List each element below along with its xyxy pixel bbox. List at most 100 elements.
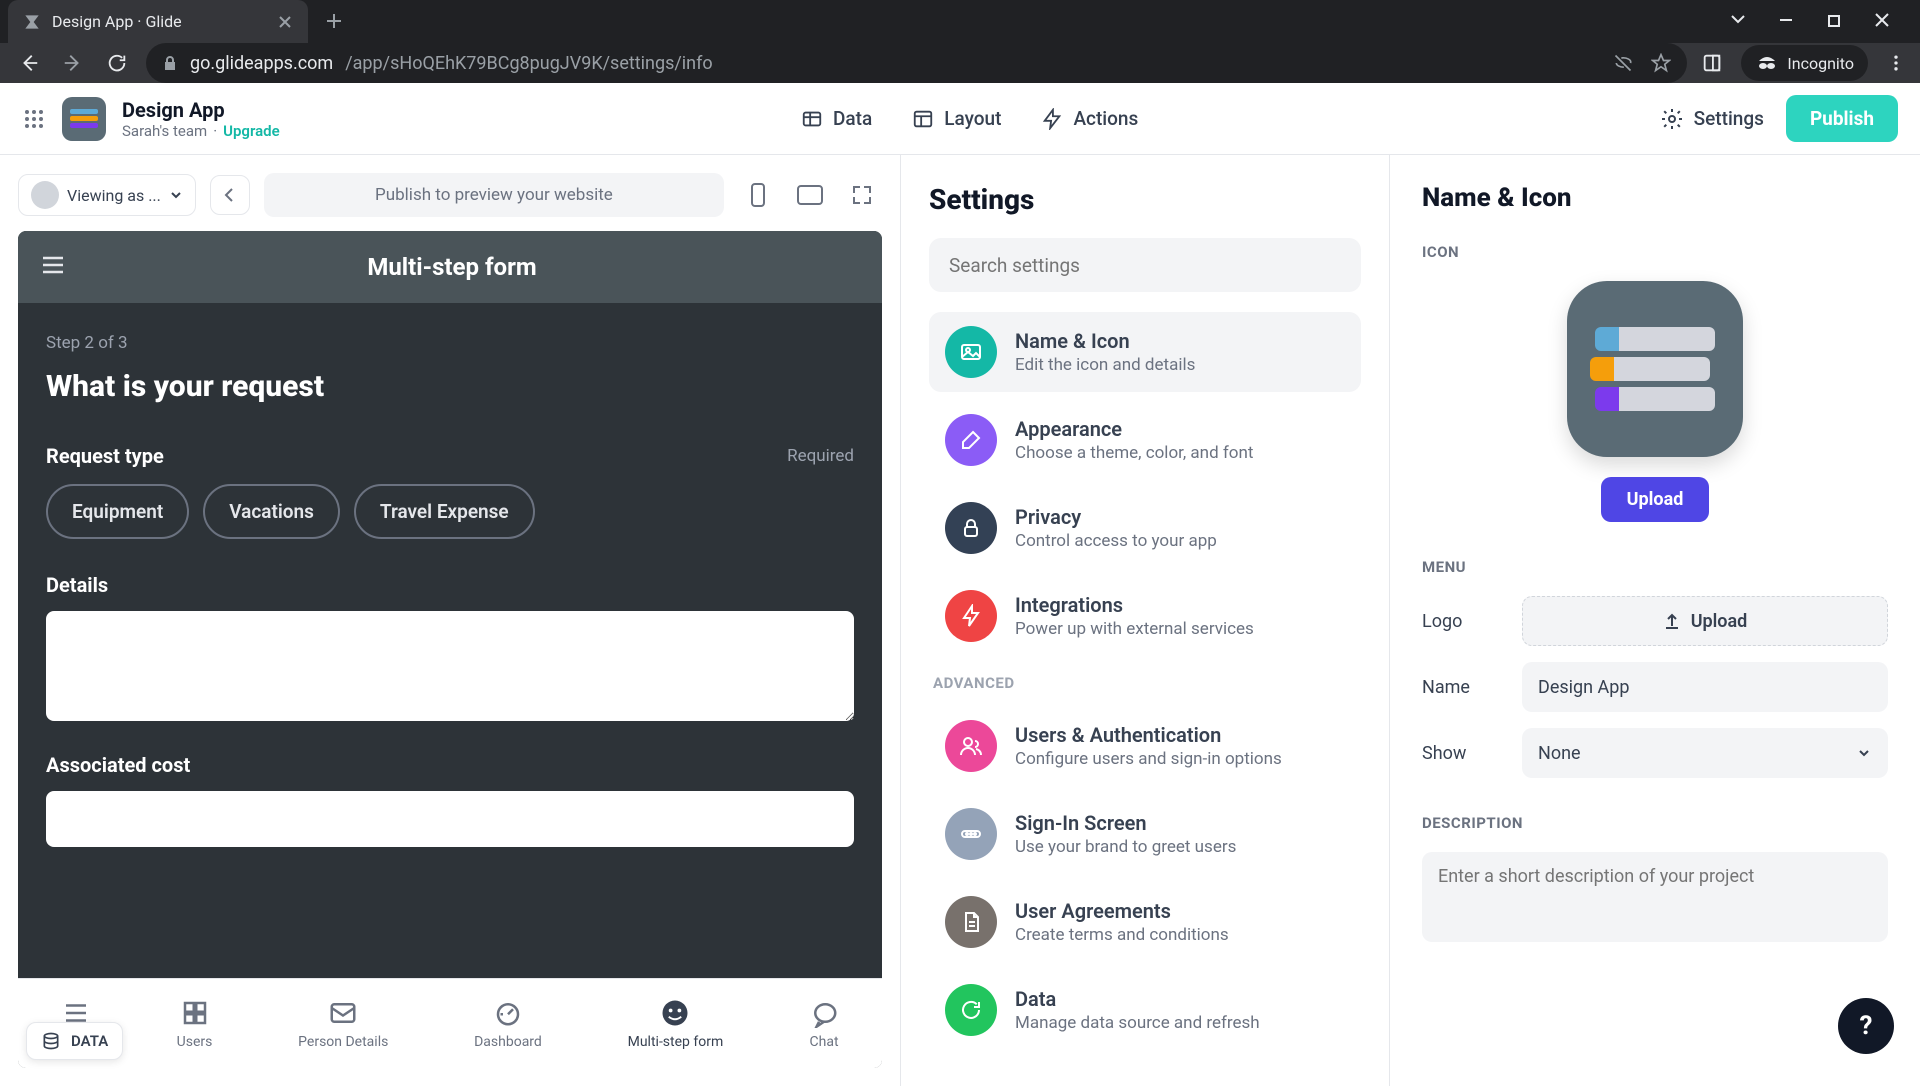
forward-button[interactable] [58, 48, 88, 78]
tab-chat[interactable]: Chat [809, 998, 839, 1050]
settings-column: Settings Name & IconEdit the icon and de… [900, 155, 1390, 1086]
lock-icon [162, 55, 178, 71]
brush-icon [945, 414, 997, 466]
icon-section-label: ICON [1422, 243, 1888, 261]
name-input[interactable] [1522, 662, 1888, 712]
incognito-indicator[interactable]: Incognito [1741, 45, 1868, 81]
show-select[interactable]: None [1522, 728, 1888, 778]
detail-title: Name & Icon [1422, 183, 1888, 213]
upgrade-link[interactable]: Upgrade [223, 122, 280, 140]
nav-data[interactable]: Data [801, 107, 872, 130]
description-section-label: DESCRIPTION [1422, 814, 1888, 832]
database-icon [41, 1031, 61, 1051]
preview-hint: Publish to preview your website [264, 173, 724, 217]
request-type-label: Request type [46, 444, 164, 468]
chevron-down-icon [1856, 745, 1872, 761]
logo-upload-button[interactable]: Upload [1522, 596, 1888, 646]
settings-item-data[interactable]: DataManage data source and refresh [929, 970, 1361, 1050]
form-title: Multi-step form [84, 253, 820, 281]
image-icon [945, 326, 997, 378]
document-icon [945, 896, 997, 948]
upload-icon-button[interactable]: Upload [1601, 477, 1710, 522]
name-label: Name [1422, 677, 1502, 698]
chip-travel-expense[interactable]: Travel Expense [354, 484, 535, 539]
gear-icon [1660, 107, 1684, 131]
window-controls [1726, 9, 1912, 43]
settings-item-users-auth[interactable]: Users & AuthenticationConfigure users an… [929, 706, 1361, 786]
tablet-preview-button[interactable] [790, 175, 830, 215]
icon-preview [1567, 281, 1743, 457]
browser-tab[interactable]: Design App · Glide [8, 0, 308, 43]
browser-menu-icon[interactable] [1886, 53, 1906, 73]
glide-favicon-icon [22, 12, 42, 32]
tab-multi-step-form[interactable]: Multi-step form [628, 998, 724, 1050]
preview-column: Viewing as ... Publish to preview your w… [0, 155, 900, 1086]
chevron-down-icon [169, 188, 183, 202]
table-icon [801, 108, 823, 130]
details-label: Details [46, 573, 854, 597]
avatar [31, 181, 59, 209]
tab-users[interactable]: Users [177, 998, 213, 1050]
expand-preview-button[interactable] [842, 175, 882, 215]
app-icon [62, 97, 106, 141]
chip-vacations[interactable]: Vacations [203, 484, 340, 539]
layout-icon [912, 108, 934, 130]
back-button[interactable] [14, 48, 44, 78]
mobile-preview-button[interactable] [738, 175, 778, 215]
data-pill[interactable]: DATA [26, 1022, 123, 1060]
help-button[interactable]: ? [1838, 998, 1894, 1054]
tab-dashboard[interactable]: Dashboard [474, 998, 542, 1050]
settings-item-appearance[interactable]: AppearanceChoose a theme, color, and fon… [929, 400, 1361, 480]
close-window-button[interactable] [1870, 9, 1894, 33]
reload-button[interactable] [102, 48, 132, 78]
settings-item-name-icon[interactable]: Name & IconEdit the icon and details [929, 312, 1361, 392]
refresh-icon [945, 984, 997, 1036]
incognito-label: Incognito [1787, 54, 1854, 73]
bottom-tabs: ort Users Person Details Dashboard Multi… [18, 978, 882, 1068]
tabs-dropdown-button[interactable] [1726, 9, 1750, 33]
app-name: Design App [122, 98, 280, 122]
settings-title: Settings [929, 183, 1361, 216]
detail-column: Name & Icon ICON Upload MENU Logo Upload [1390, 155, 1920, 1086]
form-heading: What is your request [46, 369, 854, 404]
settings-button[interactable]: Settings [1660, 107, 1764, 131]
tab-person-details[interactable]: Person Details [298, 998, 388, 1050]
settings-item-integrations[interactable]: IntegrationsPower up with external servi… [929, 576, 1361, 656]
cost-input[interactable] [46, 791, 854, 847]
eye-off-icon[interactable] [1613, 53, 1633, 73]
url-input[interactable]: go.glideapps.com/app/sHoQEhK79BCg8pugJV9… [146, 43, 1687, 83]
upload-icon [1663, 612, 1681, 630]
new-tab-button[interactable] [316, 3, 352, 39]
extensions-icon[interactable] [1701, 52, 1723, 74]
settings-item-user-agreements[interactable]: User AgreementsCreate terms and conditio… [929, 882, 1361, 962]
users-icon [945, 720, 997, 772]
chip-equipment[interactable]: Equipment [46, 484, 189, 539]
browser-tab-strip: Design App · Glide [0, 0, 1920, 43]
settings-item-privacy[interactable]: PrivacyControl access to your app [929, 488, 1361, 568]
team-name: Sarah's team [122, 122, 207, 140]
description-textarea[interactable] [1422, 852, 1888, 942]
details-textarea[interactable] [46, 611, 854, 721]
nav-layout[interactable]: Layout [912, 107, 1001, 130]
maximize-button[interactable] [1822, 9, 1846, 33]
menu-section-label: MENU [1422, 558, 1888, 576]
bookmark-star-icon[interactable] [1651, 53, 1671, 73]
apps-grid-icon[interactable] [22, 107, 46, 131]
advanced-header: ADVANCED [933, 674, 1361, 692]
publish-button[interactable]: Publish [1786, 95, 1898, 142]
show-label: Show [1422, 743, 1502, 764]
password-icon [945, 808, 997, 860]
required-label: Required [787, 446, 854, 466]
nav-actions[interactable]: Actions [1041, 107, 1138, 130]
url-path: /app/sHoQEhK79BCg8pugJV9K/settings/info [345, 53, 712, 74]
hamburger-icon[interactable] [40, 252, 66, 282]
minimize-button[interactable] [1774, 9, 1798, 33]
bolt-icon [1041, 108, 1063, 130]
viewing-as-selector[interactable]: Viewing as ... [18, 174, 196, 216]
lock-icon [945, 502, 997, 554]
settings-search-input[interactable] [929, 238, 1361, 292]
preview-back-button[interactable] [210, 175, 250, 215]
settings-item-signin-screen[interactable]: Sign-In ScreenUse your brand to greet us… [929, 794, 1361, 874]
close-tab-button[interactable] [276, 13, 294, 31]
browser-address-bar: go.glideapps.com/app/sHoQEhK79BCg8pugJV9… [0, 43, 1920, 83]
